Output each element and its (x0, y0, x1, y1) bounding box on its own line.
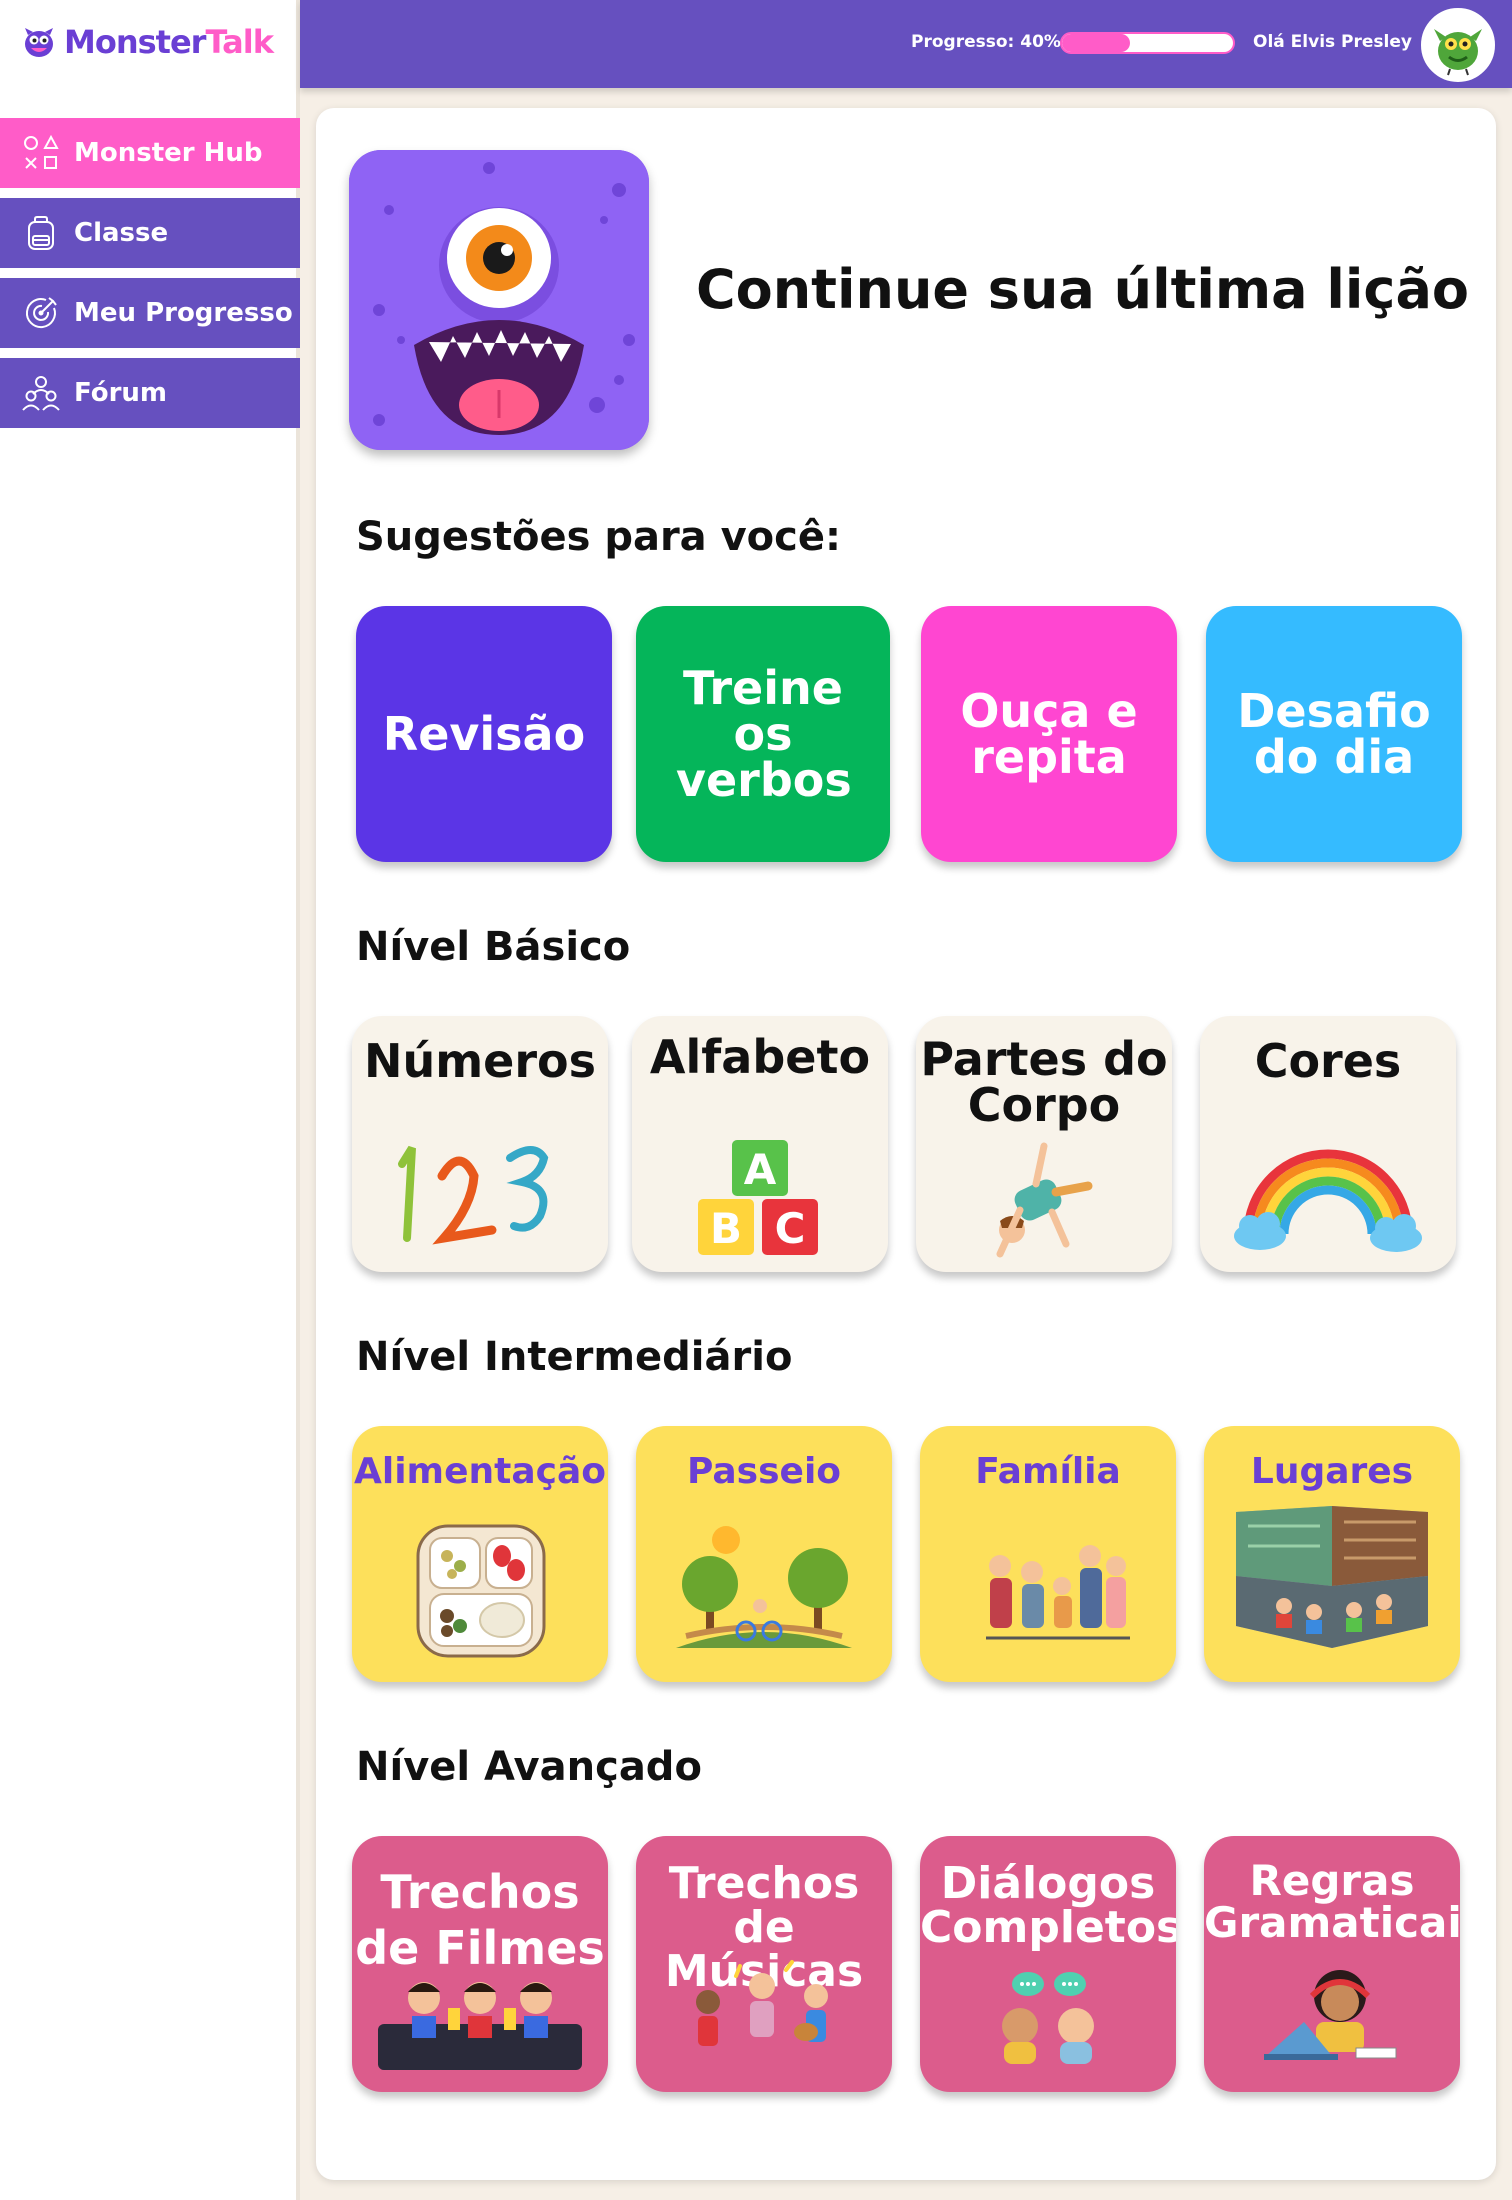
cartwheel-kid-icon (996, 1142, 1093, 1258)
family-icon (986, 1545, 1130, 1640)
basic-level-title: Nível Básico (356, 924, 631, 970)
lesson-card-dialogos-completos[interactable]: Diálogos Completos (920, 1836, 1176, 2092)
suggestions-title: Sugestões para você: (356, 514, 841, 560)
sidebar-item-label: Fórum (74, 378, 167, 408)
card-label: Desafio do dia (1237, 684, 1431, 784)
top-bar: Progresso: 40% Olá Elvis Presley (300, 0, 1512, 88)
cinema-kids-icon (378, 1982, 582, 2070)
lesson-card-numeros[interactable]: Números (352, 1016, 608, 1272)
progress-bar-fill (1062, 34, 1131, 52)
library-icon (1236, 1506, 1428, 1648)
intermediate-level-title: Nível Intermediário (356, 1334, 793, 1380)
park-icon (676, 1526, 852, 1648)
svg-text:B: B (710, 1204, 742, 1253)
continue-lesson-image[interactable] (349, 150, 649, 450)
user-avatar[interactable] (1421, 8, 1495, 82)
green-monster-avatar-icon (1424, 11, 1492, 79)
suggestion-card-ouca[interactable]: Ouça e repita (921, 606, 1177, 862)
monster-logo-icon (25, 28, 53, 57)
lesson-card-familia[interactable]: Família (920, 1426, 1176, 1682)
brand-part-1: Monster (64, 23, 206, 61)
svg-text:C: C (775, 1204, 806, 1253)
sidebar-item-label: Monster Hub (74, 138, 263, 168)
abc-blocks-icon: A B C (698, 1140, 818, 1255)
suggestion-card-revisao[interactable]: Revisão (356, 606, 612, 862)
purple-monster-icon (349, 150, 649, 450)
sidebar: MonsterTalk Monster Hub Classe Meu Progr… (0, 0, 300, 2200)
user-greeting: Olá Elvis Presley (1253, 32, 1412, 52)
advanced-level-title: Nível Avançado (356, 1744, 702, 1790)
chat-kids-icon (1002, 1972, 1094, 2064)
backpack-icon (28, 216, 54, 250)
lesson-card-trechos-de-filmes[interactable]: Trechos de Filmes (352, 1836, 608, 2092)
singing-kids-icon (696, 1960, 828, 2046)
laptop-girl-icon (1264, 1970, 1397, 2060)
people-icon (22, 376, 60, 411)
numbers-icon (398, 1145, 549, 1245)
lesson-card-cores[interactable]: Cores (1200, 1016, 1456, 1272)
svg-text:A: A (744, 1145, 777, 1194)
sidebar-item-label: Meu Progresso (74, 298, 293, 328)
sidebar-item-label: Classe (74, 218, 169, 248)
lesson-card-passeio[interactable]: Passeio (636, 1426, 892, 1682)
rainbow-icon (1234, 1149, 1422, 1252)
lesson-card-alfabeto[interactable]: Alfabeto A B C (632, 1016, 888, 1272)
sidebar-item-forum[interactable]: Fórum (0, 358, 300, 428)
brand-part-2: Talk (205, 23, 274, 61)
lunch-tray-icon (416, 1524, 546, 1658)
sidebar-item-classe[interactable]: Classe (0, 198, 300, 268)
suggestion-card-desafio[interactable]: Desafio do dia (1206, 606, 1462, 862)
progress-label: Progresso: 40% (911, 32, 1061, 52)
progress-bar (1060, 32, 1235, 54)
sidebar-item-meu-progresso[interactable]: Meu Progresso (0, 278, 300, 348)
target-icon (25, 297, 57, 329)
lesson-card-trechos-de-musicas[interactable]: Trechos de Músicas (636, 1836, 892, 2092)
suggestion-card-verbos[interactable]: Treine os verbos (636, 606, 890, 862)
main-content: Continue sua última lição Sugestões para… (316, 108, 1496, 2180)
lesson-card-regras-gramaticais[interactable]: Regras Gramaticais (1204, 1836, 1460, 2092)
shapes-icon (24, 134, 59, 169)
card-label: Ouça e repita (960, 684, 1138, 784)
lesson-card-lugares[interactable]: Lugares (1204, 1426, 1460, 1682)
card-label: Revisão (382, 707, 586, 761)
continue-lesson-title[interactable]: Continue sua última lição (696, 258, 1469, 321)
sidebar-item-monster-hub[interactable]: Monster Hub (0, 118, 300, 188)
lesson-card-partes-do-corpo[interactable]: Partes do Corpo (916, 1016, 1172, 1272)
card-label: Treine os verbos (676, 661, 852, 807)
brand-logo[interactable]: MonsterTalk (22, 18, 274, 66)
lesson-card-alimentacao[interactable]: Alimentação (352, 1426, 608, 1682)
